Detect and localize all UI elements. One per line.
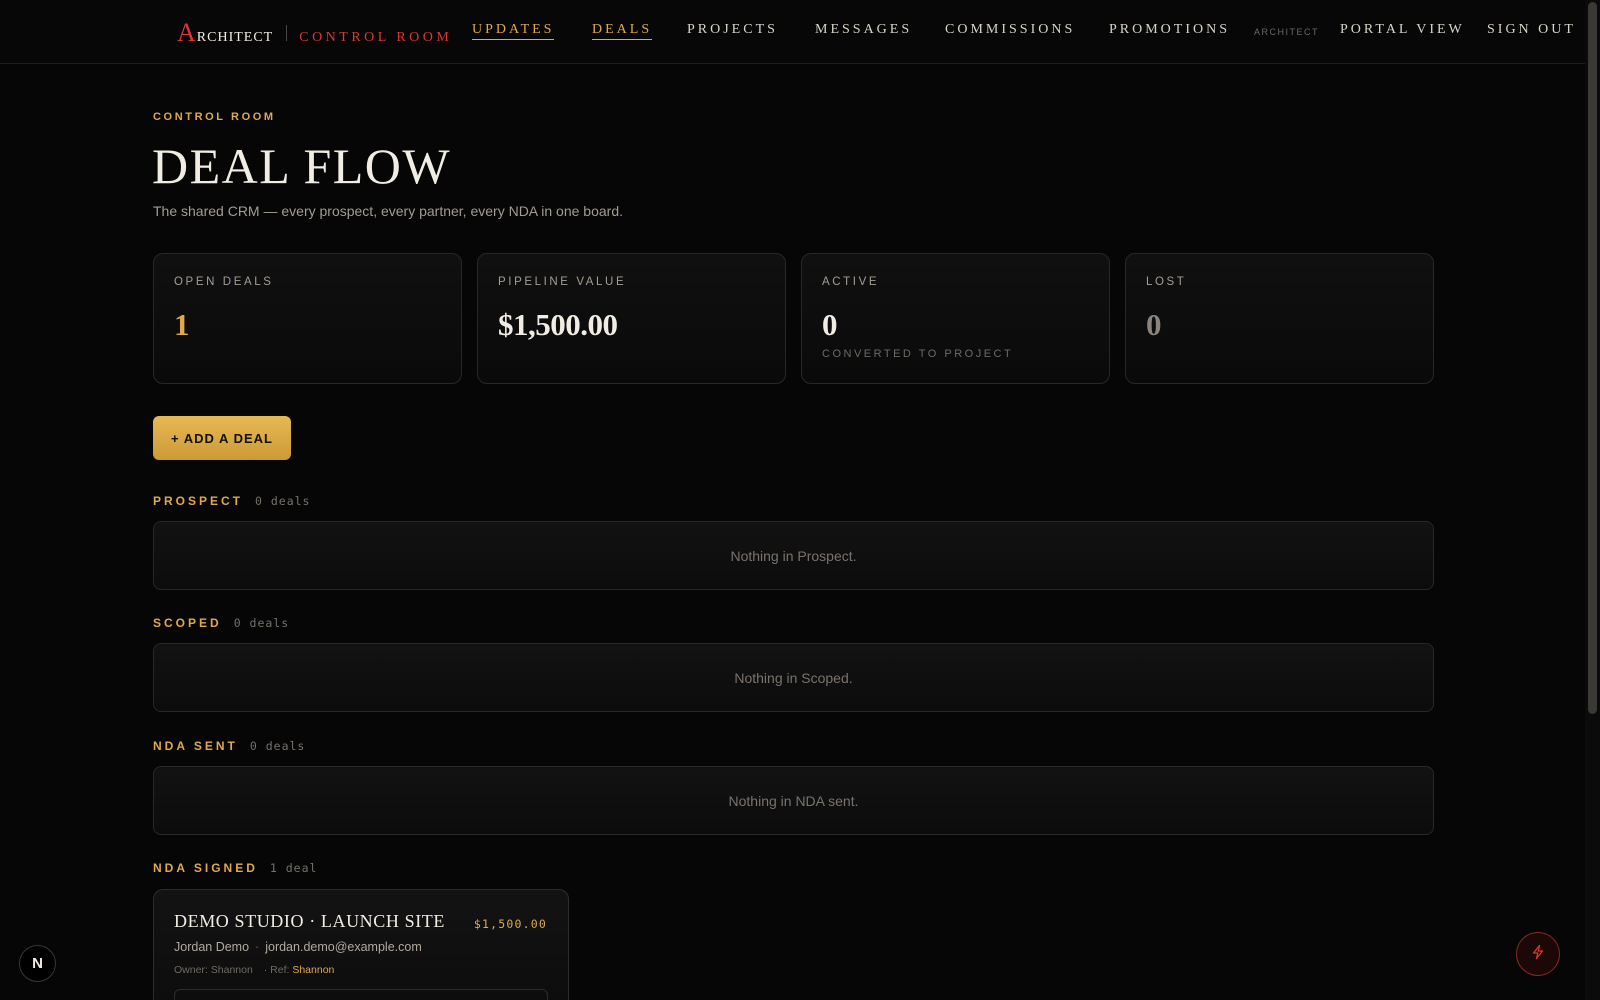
stage-count: 0 deals	[233, 616, 290, 630]
brand-logo-text: RCHITECT	[196, 30, 274, 45]
brand-logo: A RCHITECT	[177, 20, 273, 46]
deal-meta: Owner: Shannon · Ref: Shannon	[174, 964, 334, 976]
deal-contact-name: Jordan Demo	[174, 940, 250, 954]
stage-count: 1 deal	[269, 861, 318, 875]
scrollbar-thumb[interactable]	[1588, 2, 1597, 714]
deal-contact-separator: ·	[255, 940, 260, 954]
stage-count: 0 deals	[249, 739, 306, 753]
page-title: DEAL FLOW	[152, 138, 452, 194]
portal-view-link[interactable]: PORTAL VIEW	[1340, 22, 1465, 38]
quick-action-button[interactable]	[1516, 932, 1560, 976]
user-role-label: ARCHITECT	[1254, 27, 1319, 37]
dev-tools-button[interactable]: N	[19, 945, 56, 982]
sign-out-link[interactable]: SIGN OUT	[1487, 22, 1576, 38]
deal-ref-name[interactable]: Shannon	[292, 964, 334, 976]
nav-messages[interactable]: MESSAGES	[815, 22, 912, 38]
stage-name: PROSPECT	[153, 494, 244, 508]
deal-title: DEMO STUDIO · LAUNCH SITE	[174, 911, 445, 931]
stage-empty-nda-sent: Nothing in NDA sent.	[153, 766, 1434, 835]
page-eyebrow: CONTROL ROOM	[153, 111, 276, 123]
stage-name: SCOPED	[153, 616, 222, 630]
stat-card-open-deals: OPEN DEALS 1	[153, 253, 462, 384]
deal-owner: Owner: Shannon	[174, 964, 253, 976]
deal-amount: $1,500.00	[473, 917, 547, 931]
brand[interactable]: A RCHITECT CONTROL ROOM	[177, 20, 452, 46]
stage-header-prospect: PROSPECT 0 deals	[153, 494, 310, 508]
stage-name: NDA SENT	[153, 739, 238, 753]
stage-count: 0 deals	[255, 494, 311, 508]
page-subtitle: The shared CRM — every prospect, every p…	[153, 203, 623, 219]
stage-header-scoped: SCOPED 0 deals	[153, 616, 289, 630]
stat-label: ACTIVE	[822, 276, 880, 288]
stat-note: CONVERTED TO PROJECT	[822, 348, 1014, 360]
dev-tools-initial: N	[32, 955, 43, 972]
nav-commissions[interactable]: COMMISSIONS	[945, 22, 1075, 38]
stat-label: PIPELINE VALUE	[498, 276, 627, 288]
bolt-icon	[1530, 944, 1546, 965]
scrollbar-track[interactable]	[1585, 0, 1600, 1000]
nav-updates[interactable]: UPDATES	[472, 22, 555, 40]
brand-subtitle: CONTROL ROOM	[299, 30, 453, 45]
stat-value: 0	[1146, 307, 1162, 342]
deal-card[interactable]: DEMO STUDIO · LAUNCH SITE $1,500.00 Jord…	[153, 889, 569, 1000]
stat-value: 1	[174, 307, 190, 342]
stage-name: NDA SIGNED	[153, 861, 258, 875]
deal-ref-label: · Ref:	[263, 964, 290, 976]
deal-contact: Jordan Demo · jordan.demo@example.com	[174, 940, 422, 954]
nav-promotions[interactable]: PROMOTIONS	[1109, 22, 1230, 38]
stat-value: 0	[822, 307, 838, 342]
stat-card-pipeline-value: PIPELINE VALUE $1,500.00	[477, 253, 786, 384]
stat-card-lost: LOST 0	[1125, 253, 1434, 384]
stage-empty-scoped: Nothing in Scoped.	[153, 643, 1434, 712]
top-nav-bar: A RCHITECT CONTROL ROOM UPDATES DEALS PR…	[0, 0, 1585, 64]
deal-stage-select[interactable]	[174, 989, 548, 1000]
stat-card-active: ACTIVE 0 CONVERTED TO PROJECT	[801, 253, 1110, 384]
stat-label: OPEN DEALS	[174, 276, 274, 288]
brand-logo-initial: A	[177, 18, 196, 47]
brand-divider	[286, 25, 288, 41]
stat-value: $1,500.00	[498, 307, 618, 342]
stage-empty-prospect: Nothing in Prospect.	[153, 521, 1434, 590]
deal-contact-email[interactable]: jordan.demo@example.com	[265, 940, 422, 954]
stat-label: LOST	[1146, 276, 1187, 288]
stage-header-nda-signed: NDA SIGNED 1 deal	[153, 861, 317, 875]
add-deal-button[interactable]: + ADD A DEAL	[153, 416, 291, 460]
stage-header-nda-sent: NDA SENT 0 deals	[153, 739, 305, 753]
nav-deals[interactable]: DEALS	[592, 22, 653, 40]
nav-projects[interactable]: PROJECTS	[687, 22, 778, 38]
